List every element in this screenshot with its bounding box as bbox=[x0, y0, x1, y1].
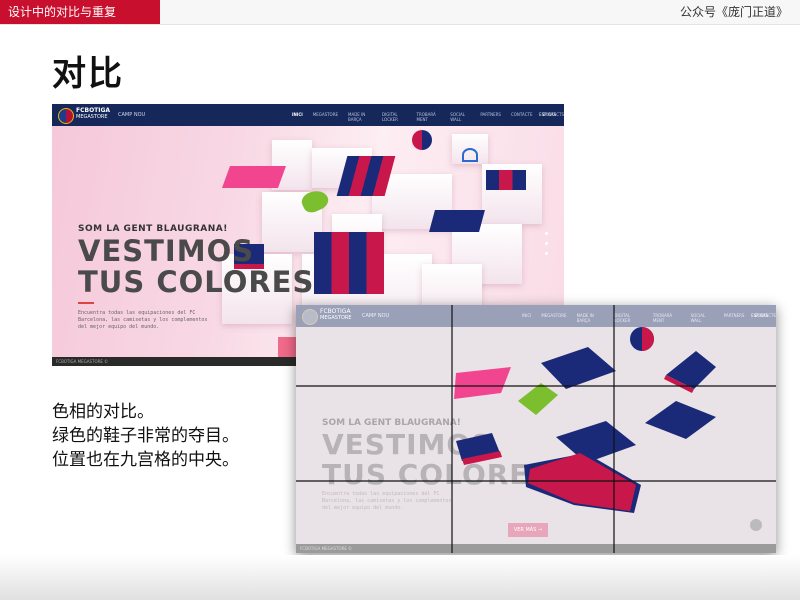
club-crest-icon bbox=[58, 108, 74, 124]
nav-item[interactable]: INICI bbox=[292, 112, 303, 122]
nav-item[interactable]: SOCIAL WALL bbox=[450, 112, 470, 122]
description-line: 色相的对比。 bbox=[52, 402, 154, 422]
nav-item[interactable]: PARTNERS bbox=[480, 112, 501, 122]
nav-item[interactable]: CONTACTE bbox=[511, 112, 533, 122]
description-line: 绿色的鞋子非常的夺目。 bbox=[52, 426, 239, 446]
shorts-icon bbox=[429, 210, 485, 232]
slide-title: 对比 bbox=[52, 54, 124, 94]
grid-overlay bbox=[296, 305, 776, 553]
nav-sub-label: CAMP NOU bbox=[118, 112, 146, 118]
navy-shape bbox=[645, 401, 716, 439]
section-label: 设计中的对比与重复 bbox=[0, 0, 160, 24]
language-switch[interactable]: ESP CAS bbox=[539, 112, 556, 117]
headphones-icon bbox=[462, 148, 478, 162]
main-jersey-icon bbox=[314, 232, 384, 294]
description-line: 位置也在九宫格的中央。 bbox=[52, 450, 239, 470]
account-label: 公众号《庞门正道》 bbox=[679, 5, 788, 19]
jersey-icon bbox=[486, 170, 526, 190]
navy-shape bbox=[541, 347, 616, 389]
site-brand: FCBOTIGA MEGASTORE bbox=[76, 107, 111, 120]
website-screenshot-grid-analysis: FCBOTIGA MEGASTORE CAMP NOU INICI MEGAST… bbox=[296, 305, 776, 553]
ball-icon bbox=[412, 130, 432, 150]
nav-item[interactable]: DIGITAL LOCKER bbox=[382, 112, 407, 122]
slide-description: 色相的对比。 绿色的鞋子非常的夺目。 位置也在九宫格的中央。 bbox=[52, 400, 239, 472]
site-nav-bar: FCBOTIGA MEGASTORE CAMP NOU INICI MEGAST… bbox=[52, 104, 564, 126]
nav-item[interactable]: TROBARÀ MENT bbox=[417, 112, 441, 122]
slider-dots[interactable] bbox=[545, 232, 548, 262]
pink-shape bbox=[454, 367, 511, 399]
nav-item[interactable]: MEGASTORE bbox=[313, 112, 338, 122]
site-body-text: Encuentra todas las equipaciones del FC … bbox=[78, 310, 208, 330]
top-bar: 设计中的对比与重复 公众号《庞门正道》 bbox=[0, 0, 800, 25]
bottom-gradient bbox=[0, 555, 800, 600]
site-tagline: SOM LA GENT BLAUGRANA! bbox=[78, 224, 228, 234]
divider bbox=[78, 302, 94, 304]
nav-item[interactable]: MADE IN BARÇA bbox=[348, 112, 372, 122]
green-shoe-shape bbox=[518, 383, 558, 415]
site-nav-items: INICI MEGASTORE MADE IN BARÇA DIGITAL LO… bbox=[292, 112, 564, 122]
pink-jersey-icon bbox=[221, 166, 287, 188]
ball-shape bbox=[642, 327, 654, 351]
site-headline: VESTIMOS TUS COLORES bbox=[78, 234, 315, 299]
